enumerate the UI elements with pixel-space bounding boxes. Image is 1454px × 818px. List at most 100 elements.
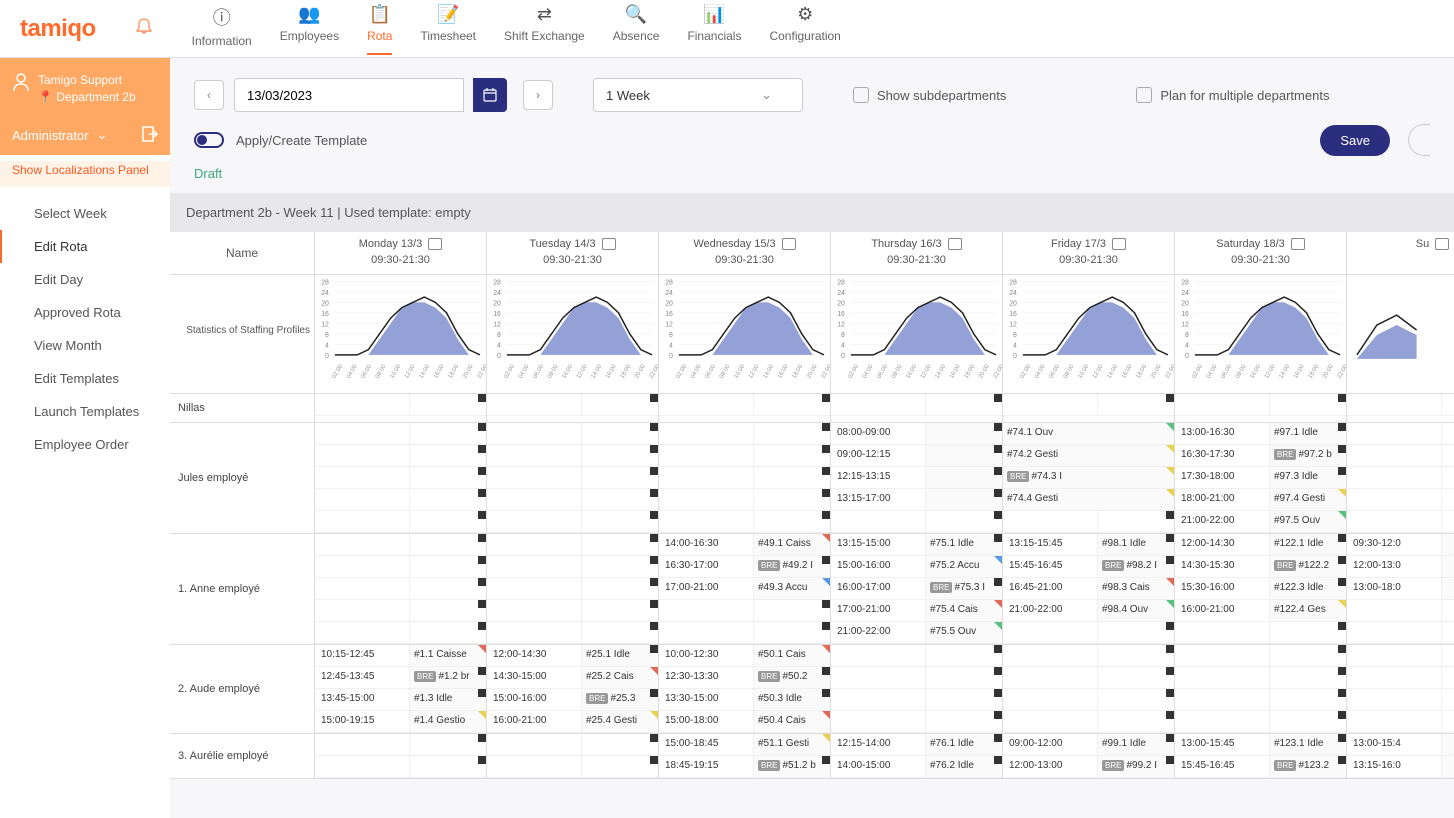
day-cell[interactable]: 09:30-12:012:00-13:013:00-18:0 xyxy=(1347,534,1454,644)
shift-label[interactable]: #97.1 Idle xyxy=(1270,423,1346,444)
shift-time[interactable]: 15:00-18:45 xyxy=(659,734,754,755)
calendar-icon[interactable] xyxy=(1435,238,1449,250)
shift-time[interactable]: 18:00-21:00 xyxy=(1175,489,1270,510)
shift-time[interactable]: 09:00-12:00 xyxy=(1003,734,1098,755)
show-subdepts-checkbox[interactable] xyxy=(853,87,869,103)
next-week-button[interactable]: › xyxy=(523,80,553,110)
shift-label[interactable]: #74.4 Gesti xyxy=(1003,489,1174,510)
shift-label[interactable]: BRE#98.2 I xyxy=(1098,556,1174,577)
shift-time[interactable]: 18:45-19:15 xyxy=(659,756,754,777)
nav-rota[interactable]: 📋Rota xyxy=(367,4,392,54)
side-edit-rota[interactable]: Edit Rota xyxy=(0,230,170,263)
day-cell[interactable]: 13:15-15:45#98.1 Idle15:45-16:45BRE#98.2… xyxy=(1003,534,1175,644)
shift-time[interactable]: 13:00-18:0 xyxy=(1347,578,1442,599)
calendar-icon[interactable] xyxy=(1112,238,1126,250)
side-employee-order[interactable]: Employee Order xyxy=(0,428,170,461)
shift-time[interactable]: 09:00-12:15 xyxy=(831,445,926,466)
shift-label[interactable] xyxy=(1442,556,1454,577)
day-cell[interactable]: 10:00-12:30#50.1 Cais12:30-13:30BRE#50.2… xyxy=(659,645,831,733)
shift-time[interactable]: 13:00-15:4 xyxy=(1347,734,1442,755)
calendar-icon[interactable] xyxy=(782,238,796,250)
logout-icon[interactable] xyxy=(142,126,158,145)
calendar-icon[interactable] xyxy=(948,238,962,250)
side-select-week[interactable]: Select Week xyxy=(0,197,170,230)
shift-label[interactable]: #74.2 Gesti xyxy=(1003,445,1174,466)
shift-label[interactable]: BRE#51.2 b xyxy=(754,756,830,777)
shift-time[interactable]: 13:15-15:45 xyxy=(1003,534,1098,555)
employee-name[interactable]: Jules employé xyxy=(170,423,315,533)
side-launch-templates[interactable]: Launch Templates xyxy=(0,395,170,428)
shift-time[interactable]: 10:15-12:45 xyxy=(315,645,410,666)
range-select[interactable]: 1 Week⌄ xyxy=(593,78,803,112)
shift-label[interactable]: #122.3 Idle xyxy=(1270,578,1346,599)
shift-time[interactable]: 15:00-16:00 xyxy=(831,556,926,577)
multi-dept-checkbox[interactable] xyxy=(1136,87,1152,103)
shift-label[interactable]: BRE#75.3 I xyxy=(926,578,1002,599)
shift-time[interactable]: 13:15-15:00 xyxy=(831,534,926,555)
shift-time[interactable]: 16:45-21:00 xyxy=(1003,578,1098,599)
side-approved-rota[interactable]: Approved Rota xyxy=(0,296,170,329)
day-cell[interactable] xyxy=(831,394,1003,422)
day-cell[interactable] xyxy=(487,394,659,422)
day-cell[interactable] xyxy=(1175,394,1347,422)
shift-time[interactable]: 12:00-14:30 xyxy=(1175,534,1270,555)
shift-label[interactable] xyxy=(926,489,1002,510)
calendar-icon[interactable] xyxy=(428,238,442,250)
shift-label[interactable]: #122.1 Idle xyxy=(1270,534,1346,555)
shift-time[interactable]: 13:15-17:00 xyxy=(831,489,926,510)
shift-label[interactable]: BRE#1.2 br xyxy=(410,667,486,688)
shift-time[interactable]: 15:00-19:15 xyxy=(315,711,410,732)
shift-time[interactable]: 12:00-13:00 xyxy=(1003,756,1098,777)
day-cell[interactable] xyxy=(1003,645,1175,733)
day-cell[interactable]: 09:00-12:00#99.1 Idle12:00-13:00BRE#99.2… xyxy=(1003,734,1175,778)
day-cell[interactable] xyxy=(315,534,487,644)
day-cell[interactable] xyxy=(315,394,487,422)
shift-time[interactable]: 12:45-13:45 xyxy=(315,667,410,688)
template-toggle[interactable] xyxy=(194,132,224,148)
shift-time[interactable]: 14:00-15:00 xyxy=(831,756,926,777)
shift-time[interactable]: 16:30-17:00 xyxy=(659,556,754,577)
shift-time[interactable]: 14:00-16:30 xyxy=(659,534,754,555)
day-cell[interactable] xyxy=(487,423,659,533)
shift-time[interactable]: 12:15-13:15 xyxy=(831,467,926,488)
day-cell[interactable]: 12:00-14:30#25.1 Idle14:30-15:00#25.2 Ca… xyxy=(487,645,659,733)
shift-label[interactable]: BRE#49.2 I xyxy=(754,556,830,577)
nav-information[interactable]: ⓘInformation xyxy=(192,4,252,54)
user-role[interactable]: Administrator xyxy=(12,128,89,143)
nav-employees[interactable]: 👥Employees xyxy=(280,4,339,54)
shift-label[interactable]: #76.2 Idle xyxy=(926,756,1002,777)
shift-time[interactable]: 16:30-17:30 xyxy=(1175,445,1270,466)
notifications-icon[interactable] xyxy=(136,17,152,40)
shift-label[interactable]: #1.1 Caisse xyxy=(410,645,486,666)
shift-label[interactable]: #49.3 Accu xyxy=(754,578,830,599)
shift-time[interactable]: 12:15-14:00 xyxy=(831,734,926,755)
shift-time[interactable]: 16:00-17:00 xyxy=(831,578,926,599)
shift-label[interactable]: #49.1 Caiss xyxy=(754,534,830,555)
shift-time[interactable]: 15:00-18:00 xyxy=(659,711,754,732)
day-cell[interactable] xyxy=(1347,645,1454,733)
day-cell[interactable]: 08:00-09:0009:00-12:1512:15-13:1513:15-1… xyxy=(831,423,1003,533)
shift-time[interactable]: 09:30-12:0 xyxy=(1347,534,1442,555)
day-cell[interactable] xyxy=(831,645,1003,733)
day-cell[interactable]: 10:15-12:45#1.1 Caisse12:45-13:45BRE#1.2… xyxy=(315,645,487,733)
day-cell[interactable] xyxy=(315,734,487,778)
employee-name[interactable]: 1. Anne employé xyxy=(170,534,315,644)
shift-label[interactable]: #1.3 Idle xyxy=(410,689,486,710)
day-cell[interactable] xyxy=(1347,394,1454,422)
day-cell[interactable]: #74.1 Ouv#74.2 GestiBRE#74.3 I#74.4 Gest… xyxy=(1003,423,1175,533)
nav-absence[interactable]: 🔍Absence xyxy=(613,4,660,54)
day-cell[interactable]: 12:00-14:30#122.1 Idle14:30-15:30BRE#122… xyxy=(1175,534,1347,644)
shift-time[interactable]: 13:15-16:0 xyxy=(1347,756,1442,777)
shift-label[interactable]: #98.4 Ouv xyxy=(1098,600,1174,621)
shift-time[interactable]: 10:00-12:30 xyxy=(659,645,754,666)
save-button[interactable]: Save xyxy=(1320,125,1390,156)
shift-label[interactable]: BRE#99.2 I xyxy=(1098,756,1174,777)
shift-label[interactable]: #1.4 Gestio xyxy=(410,711,486,732)
shift-label[interactable]: #122.4 Ges xyxy=(1270,600,1346,621)
nav-shift-exchange[interactable]: ⇄Shift Exchange xyxy=(504,4,585,54)
shift-label[interactable]: #75.4 Cais xyxy=(926,600,1002,621)
calendar-icon[interactable] xyxy=(602,238,616,250)
shift-time[interactable]: 15:00-16:00 xyxy=(487,689,582,710)
shift-time[interactable]: 13:00-16:30 xyxy=(1175,423,1270,444)
day-cell[interactable]: 13:00-16:30#97.1 Idle16:30-17:30BRE#97.2… xyxy=(1175,423,1347,533)
